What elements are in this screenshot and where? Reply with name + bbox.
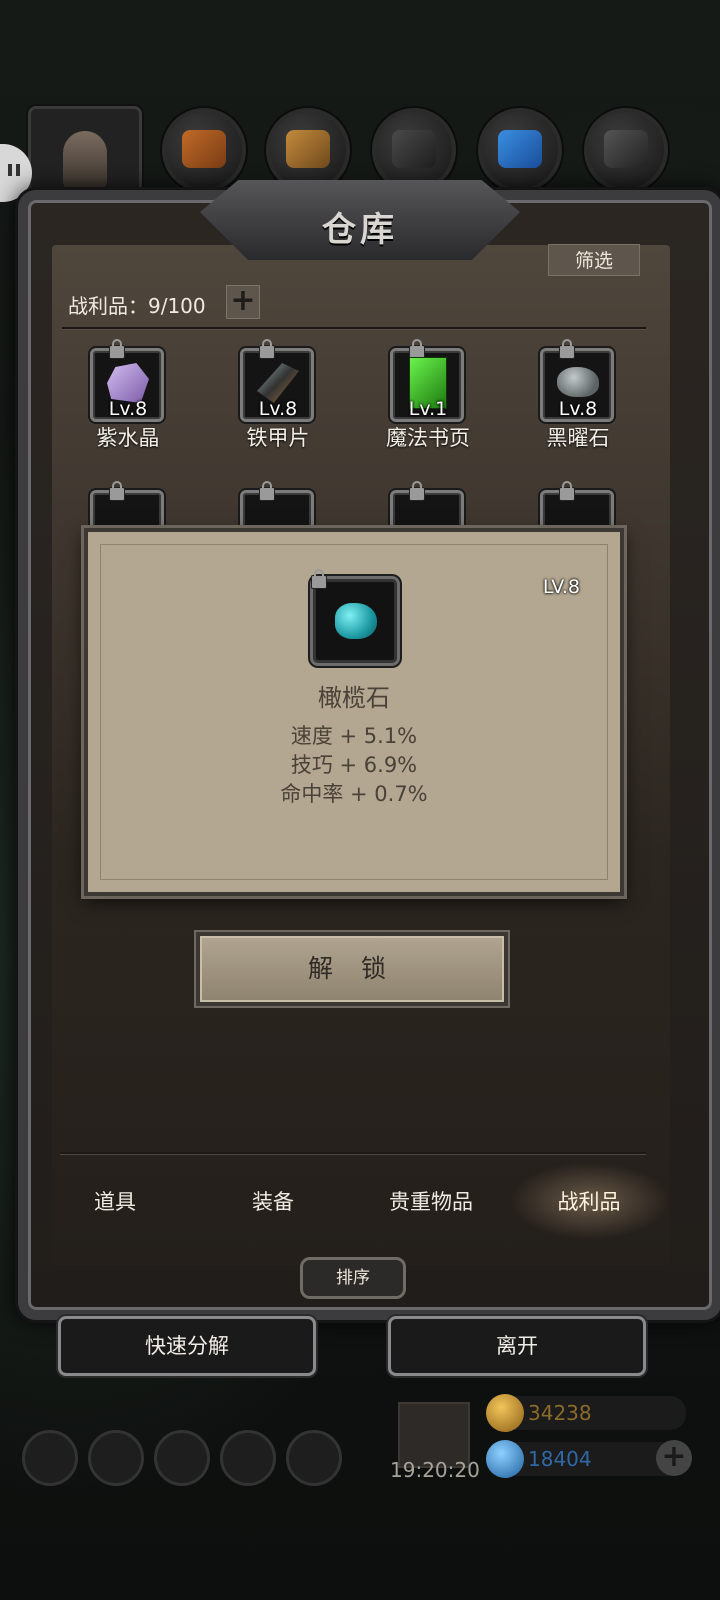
detail-name: 橄榄石 xyxy=(318,684,390,712)
loot-item[interactable]: Lv.1 魔法书页 xyxy=(368,339,488,458)
tab-equipment[interactable]: 装备 xyxy=(198,1186,348,1216)
tabs-divider xyxy=(60,1152,646,1154)
stat-skill: 技巧 + 6.9% xyxy=(290,753,418,777)
stat-speed: 速度 + 5.1% xyxy=(290,724,418,748)
detail-stats: 速度 + 5.1% 技巧 + 6.9% 命中率 + 0.7% xyxy=(88,722,620,809)
ore-resource-icon xyxy=(162,108,246,192)
lock-icon xyxy=(559,339,575,359)
iron-plate-icon xyxy=(257,363,299,403)
loot-capacity: 战利品：9/100 xyxy=(68,294,206,318)
lock-icon xyxy=(259,481,275,501)
item-name: 黑曜石 xyxy=(546,426,610,450)
item-name: 铁甲片 xyxy=(246,426,310,450)
add-gems-button[interactable]: + xyxy=(656,1440,692,1476)
loot-item[interactable]: Lv.8 紫水晶 xyxy=(68,339,188,458)
item-level: Lv.1 xyxy=(408,398,448,420)
item-level: Lv.8 xyxy=(558,398,598,420)
loot-item[interactable]: Lv.8 黑曜石 xyxy=(518,339,638,458)
item-level: Lv.8 xyxy=(108,398,148,420)
expand-capacity-button[interactable]: + xyxy=(226,285,260,319)
lock-icon xyxy=(259,339,275,359)
detail-item-slot xyxy=(310,569,400,666)
detail-level: LV.8 xyxy=(542,576,580,598)
obsidian-icon xyxy=(557,367,599,397)
quick-decompose-button[interactable]: 快速分解 xyxy=(58,1316,316,1376)
lock-icon xyxy=(109,339,125,359)
lock-icon xyxy=(559,481,575,501)
mail-icon[interactable] xyxy=(220,1430,276,1486)
stat-accuracy: 命中率 + 0.7% xyxy=(280,782,428,806)
lock-icon xyxy=(109,481,125,501)
tab-loot[interactable]: 战利品 xyxy=(514,1186,664,1216)
loot-item[interactable]: Lv.8 铁甲片 xyxy=(218,339,338,458)
divider xyxy=(62,327,646,329)
unlock-button[interactable]: 解 锁 xyxy=(196,932,508,1006)
olivine-icon xyxy=(335,603,377,639)
crystal-resource-icon xyxy=(478,108,562,192)
guild-icon[interactable] xyxy=(154,1430,210,1486)
item-level: Lv.8 xyxy=(258,398,298,420)
menu-icon[interactable] xyxy=(22,1430,78,1486)
wood-resource-icon xyxy=(266,108,350,192)
gem-amount: 18404 xyxy=(528,1447,592,1471)
iron-resource-icon xyxy=(584,108,668,192)
item-detail-popup: LV.8 橄榄石 速度 + 5.1% 技巧 + 6.9% 命中率 + 0.7% xyxy=(84,528,624,896)
item-name: 紫水晶 xyxy=(96,426,160,450)
stone-resource-icon xyxy=(372,108,456,192)
gold-icon xyxy=(486,1394,524,1432)
tab-items[interactable]: 道具 xyxy=(40,1186,190,1216)
character-face-icon xyxy=(63,131,107,191)
lock-icon xyxy=(409,481,425,501)
star-icon[interactable] xyxy=(88,1430,144,1486)
item-name: 魔法书页 xyxy=(386,426,470,450)
amethyst-icon xyxy=(107,363,149,403)
timer: 19:20:20 xyxy=(390,1458,480,1482)
settings-icon[interactable] xyxy=(286,1430,342,1486)
gem-icon xyxy=(486,1440,524,1478)
gold-amount: 34238 xyxy=(528,1401,592,1425)
leave-button[interactable]: 离开 xyxy=(388,1316,646,1376)
filter-button[interactable]: 筛选 xyxy=(548,244,640,276)
lock-icon xyxy=(311,569,327,589)
tab-valuables[interactable]: 贵重物品 xyxy=(356,1186,506,1216)
sort-button[interactable]: 排序 xyxy=(300,1257,406,1299)
